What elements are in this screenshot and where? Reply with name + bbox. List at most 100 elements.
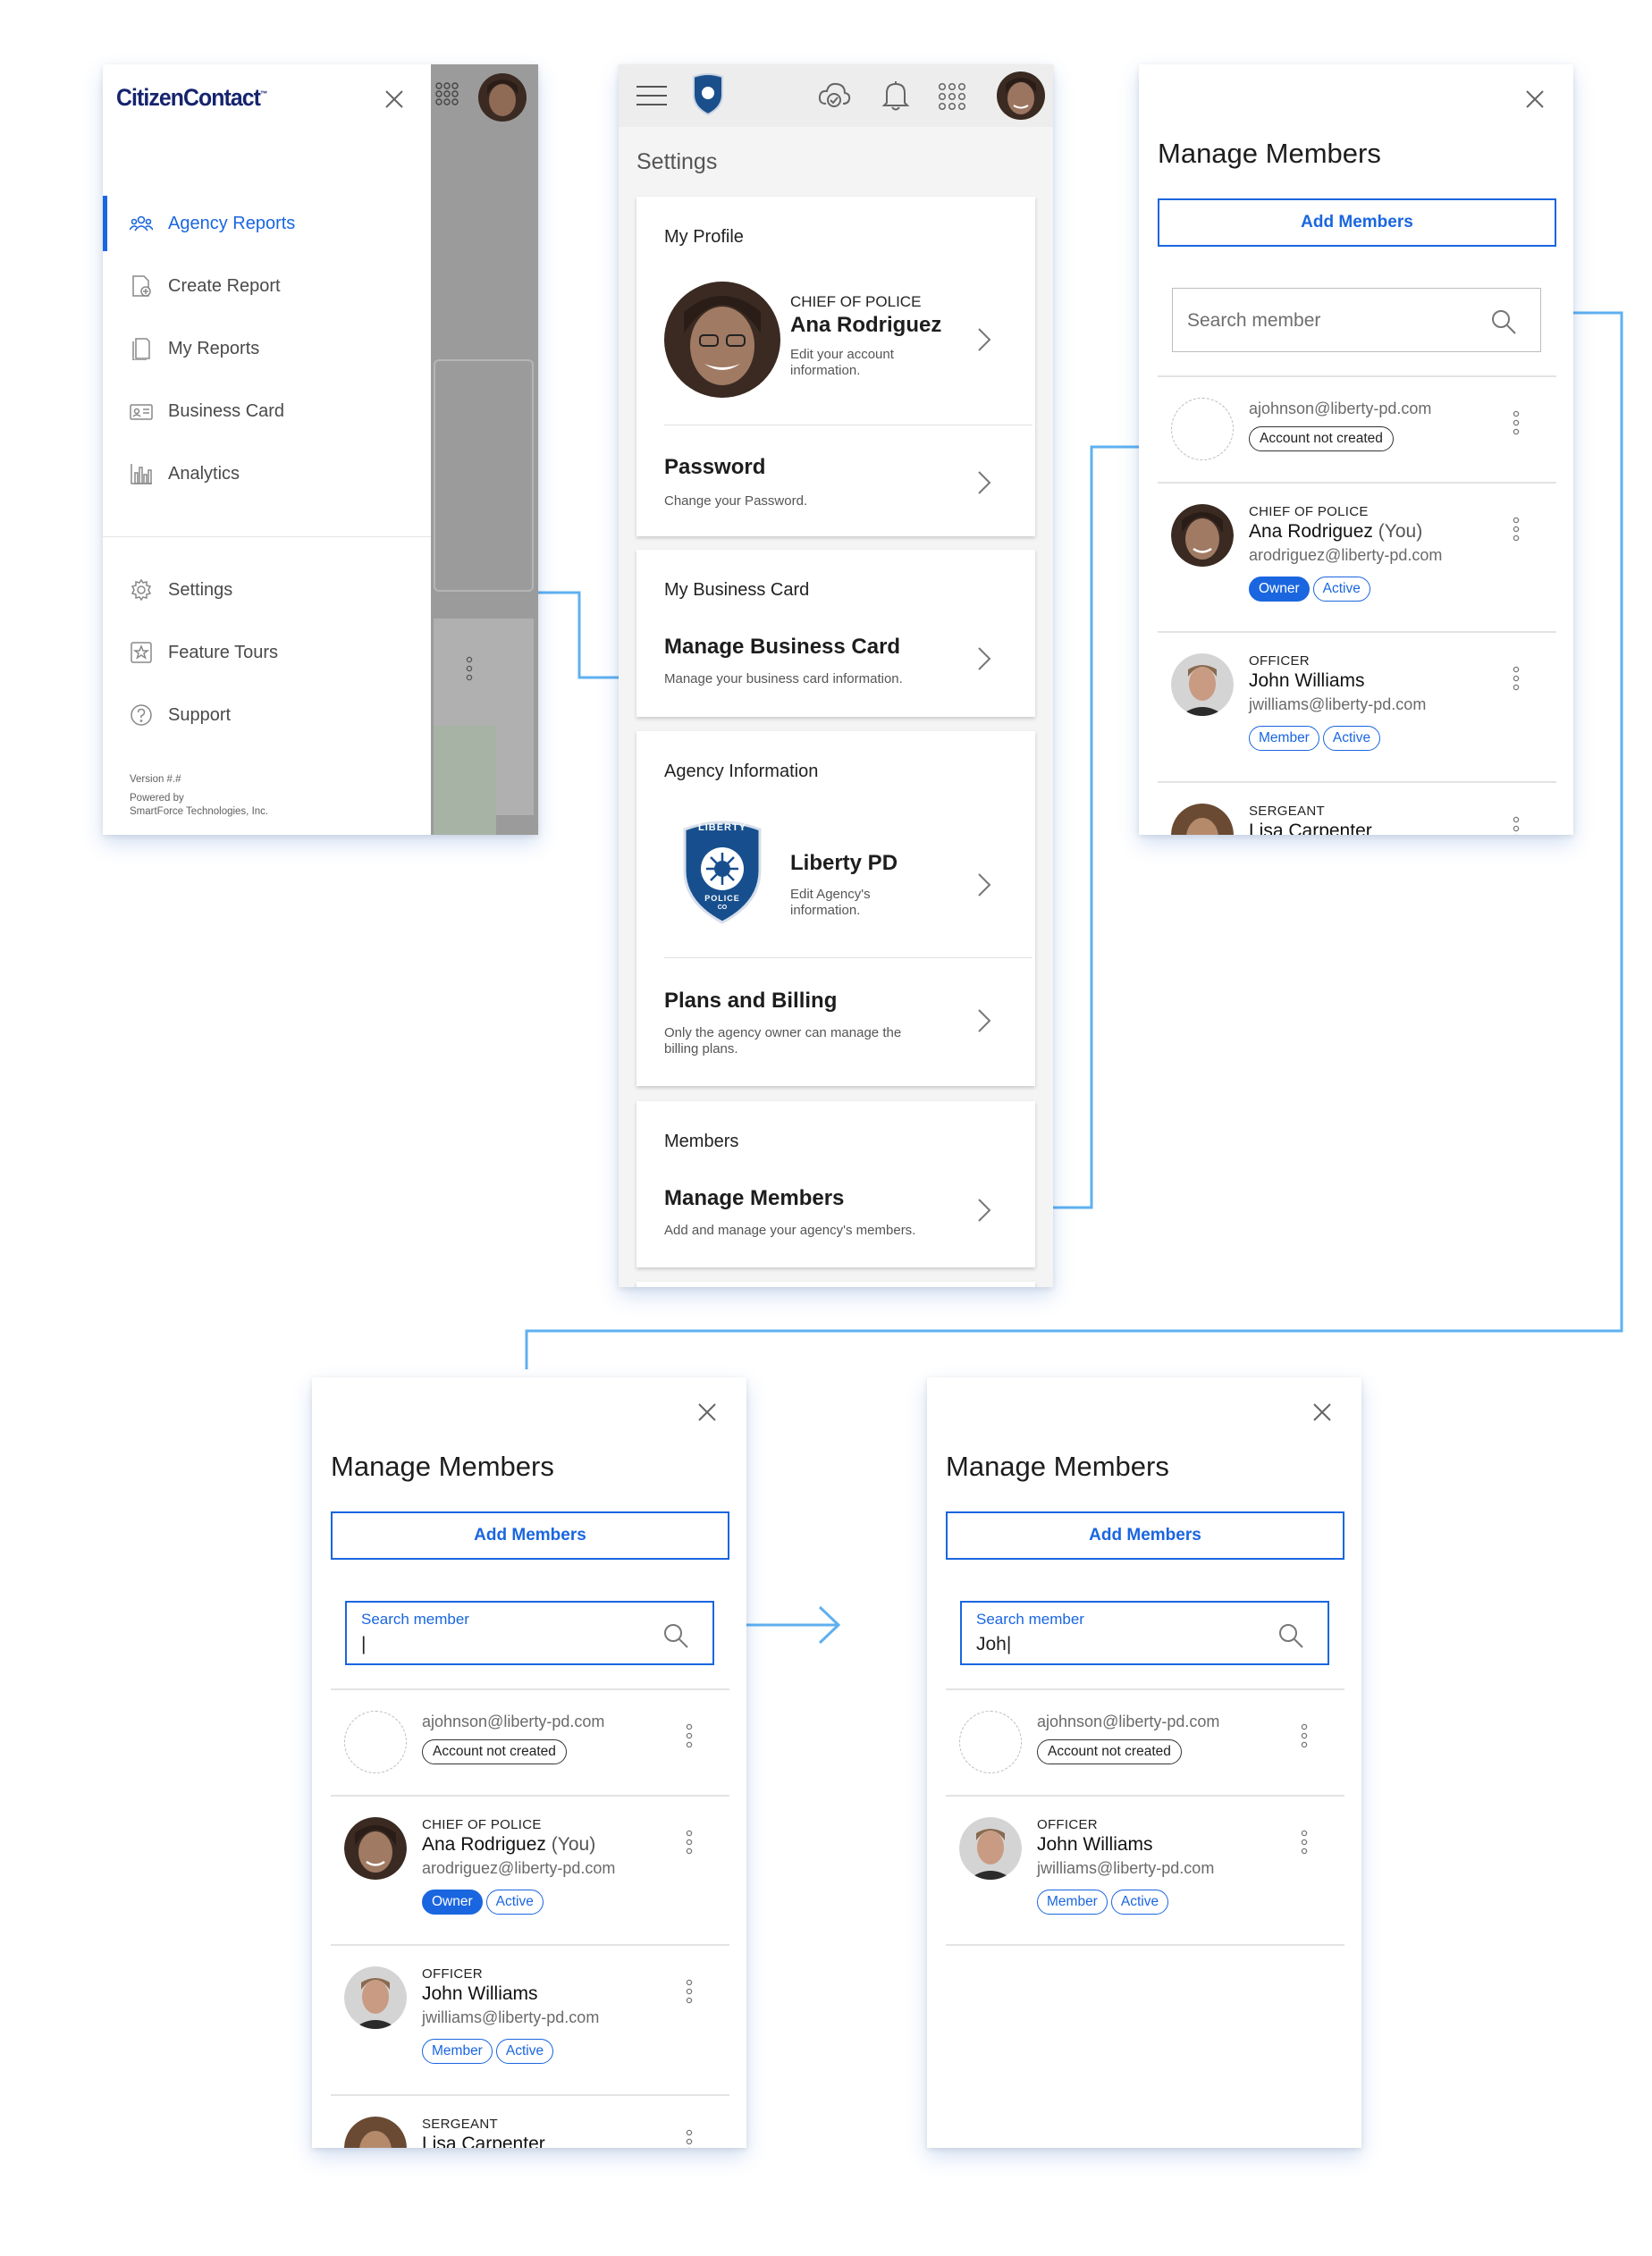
tag-group: Owner Active: [422, 1890, 544, 1915]
help-icon: [131, 704, 152, 726]
list-item[interactable]: CHIEF OF POLICE Ana Rodriguez (You) arod…: [331, 1796, 729, 1946]
manage-business-card-row[interactable]: Manage Business Card Manage your busines…: [636, 621, 1035, 717]
list-item[interactable]: SERGEANT Lisa Carpenter: [331, 2095, 729, 2148]
search-icon[interactable]: [662, 1622, 689, 1649]
sidebar-item-business-card[interactable]: Business Card: [103, 386, 431, 436]
gear-icon: [131, 578, 152, 602]
search-placeholder: Search member: [1187, 310, 1321, 331]
agency-badge-icon: [693, 73, 723, 116]
kebab-menu-icon[interactable]: [1513, 517, 1520, 542]
sidebar-item-support[interactable]: Support: [103, 690, 431, 740]
close-icon[interactable]: [1523, 88, 1547, 111]
card-heading: Members: [664, 1132, 739, 1151]
list-item[interactable]: OFFICER John Williams jwilliams@liberty-…: [331, 1945, 729, 2095]
kebab-menu-icon[interactable]: [686, 1830, 693, 1855]
search-input[interactable]: Search member: [1172, 288, 1541, 352]
avatar: [478, 73, 527, 122]
tag-group: Account not created: [1037, 1739, 1182, 1764]
add-members-button[interactable]: Add Members: [1158, 198, 1556, 247]
search-icon[interactable]: [1490, 308, 1517, 335]
sidebar-item-my-reports[interactable]: My Reports: [103, 324, 431, 374]
member-name: Lisa Carpenter: [422, 2134, 545, 2148]
version-text: Version #.#: [130, 774, 181, 785]
members-card: Members Manage Members Add and manage yo…: [636, 1101, 1035, 1267]
cloud-sync-icon[interactable]: [817, 80, 851, 111]
avatar: [1171, 504, 1234, 567]
avatar: [1171, 653, 1234, 716]
list-item[interactable]: SERGEANT Lisa Carpenter: [1158, 782, 1556, 835]
kebab-menu-icon[interactable]: [1301, 1723, 1308, 1748]
status-badge: Active: [1110, 1890, 1169, 1915]
list-item[interactable]: CHIEF OF POLICE Ana Rodriguez (You) arod…: [1158, 483, 1556, 633]
member-name: Ana Rodriguez (You): [1249, 521, 1423, 542]
sidebar-item-feature-tours[interactable]: Feature Tours: [103, 627, 431, 678]
add-members-button[interactable]: Add Members: [946, 1511, 1344, 1560]
connector-arrowhead: [818, 1605, 841, 1645]
chevron-right-icon: [978, 328, 991, 351]
add-members-button[interactable]: Add Members: [331, 1511, 729, 1560]
avatar[interactable]: [997, 72, 1045, 120]
avatar: [344, 2117, 407, 2148]
close-icon[interactable]: [1311, 1401, 1334, 1424]
business-card-card: My Business Card Manage Business Card Ma…: [636, 550, 1035, 717]
close-icon[interactable]: [383, 88, 406, 111]
notifications-bell-icon[interactable]: [881, 80, 910, 112]
member-email: ajohnson@liberty-pd.com: [422, 1713, 605, 1730]
list-item[interactable]: OFFICER John Williams jwilliams@liberty-…: [946, 1796, 1344, 1946]
tag-group: Account not created: [422, 1739, 567, 1764]
search-input[interactable]: Search member Joh|: [960, 1601, 1329, 1665]
member-email: ajohnson@liberty-pd.com: [1249, 400, 1432, 417]
kebab-menu-icon[interactable]: [686, 2129, 693, 2148]
profile-name: Ana Rodriguez: [790, 313, 942, 337]
apps-grid-icon[interactable]: [938, 82, 966, 111]
kebab-menu-icon[interactable]: [1513, 666, 1520, 691]
role-badge: Member: [1249, 726, 1319, 751]
avatar: [344, 1711, 407, 1773]
member-email: arodriguez@liberty-pd.com: [422, 1859, 616, 1877]
settings-screen: Settings My Profile CHIEF OF POLICE Ana …: [619, 64, 1053, 1287]
agency-information-card: Agency Information LIBERTY POLICE CO Lib…: [636, 731, 1035, 1086]
sidebar-item-agency-reports[interactable]: Agency Reports: [103, 196, 431, 251]
search-input[interactable]: Search member |: [345, 1601, 714, 1665]
plans-billing-row[interactable]: Plans and Billing Only the agency owner …: [636, 958, 1035, 1086]
my-profile-card: My Profile CHIEF OF POLICE Ana Rodriguez…: [636, 197, 1035, 536]
search-icon[interactable]: [1277, 1622, 1304, 1649]
role-badge: Member: [422, 2039, 493, 2064]
profile-row[interactable]: CHIEF OF POLICE Ana Rodriguez Edit your …: [636, 268, 1035, 411]
kebab-menu-icon[interactable]: [1513, 410, 1520, 435]
kebab-menu-icon[interactable]: [1513, 816, 1520, 835]
hamburger-menu-icon[interactable]: [636, 84, 667, 107]
company-text: SmartForce Technologies, Inc.: [130, 806, 269, 817]
search-value: Joh|: [976, 1634, 1012, 1654]
list-item[interactable]: OFFICER John Williams jwilliams@liberty-…: [1158, 632, 1556, 782]
avatar: [344, 1817, 407, 1880]
manage-members-filtered-screen: Manage Members Add Members Search member…: [927, 1377, 1361, 2148]
kebab-menu-icon[interactable]: [1301, 1830, 1308, 1855]
member-email: ajohnson@liberty-pd.com: [1037, 1713, 1220, 1730]
role-badge: Owner: [422, 1890, 483, 1915]
agency-row[interactable]: LIBERTY POLICE CO Liberty PD Edit Agency…: [636, 803, 1035, 955]
kebab-menu-icon[interactable]: [686, 1979, 693, 2004]
search-label: Search member: [976, 1611, 1084, 1628]
sidebar-item-analytics[interactable]: Analytics: [103, 449, 431, 499]
powered-by-text: Powered by: [130, 793, 184, 804]
sidebar-item-create-report[interactable]: Create Report: [103, 261, 431, 311]
tag-group: Member Active: [422, 2039, 554, 2064]
chevron-right-icon: [978, 471, 991, 494]
row-title: Password: [664, 455, 766, 479]
password-row[interactable]: Password Change your Password.: [636, 425, 1035, 536]
card-heading: My Profile: [664, 227, 744, 247]
brand-logo: CitizenContact™: [116, 84, 268, 111]
kebab-menu-icon[interactable]: [686, 1723, 693, 1748]
row-subtitle: Manage your business card information.: [664, 671, 903, 686]
close-icon[interactable]: [695, 1401, 719, 1424]
page-title: Manage Members: [946, 1451, 1169, 1482]
page-title: Manage Members: [1158, 138, 1381, 169]
avatar: [959, 1817, 1022, 1880]
card-heading: Agency Information: [664, 762, 819, 781]
sidebar-item-label: Settings: [168, 579, 233, 600]
sidebar-item-settings[interactable]: Settings: [103, 565, 431, 615]
member-email: jwilliams@liberty-pd.com: [1249, 695, 1427, 713]
manage-members-row[interactable]: Manage Members Add and manage your agenc…: [636, 1173, 1035, 1267]
search-label: Search member: [361, 1611, 469, 1628]
